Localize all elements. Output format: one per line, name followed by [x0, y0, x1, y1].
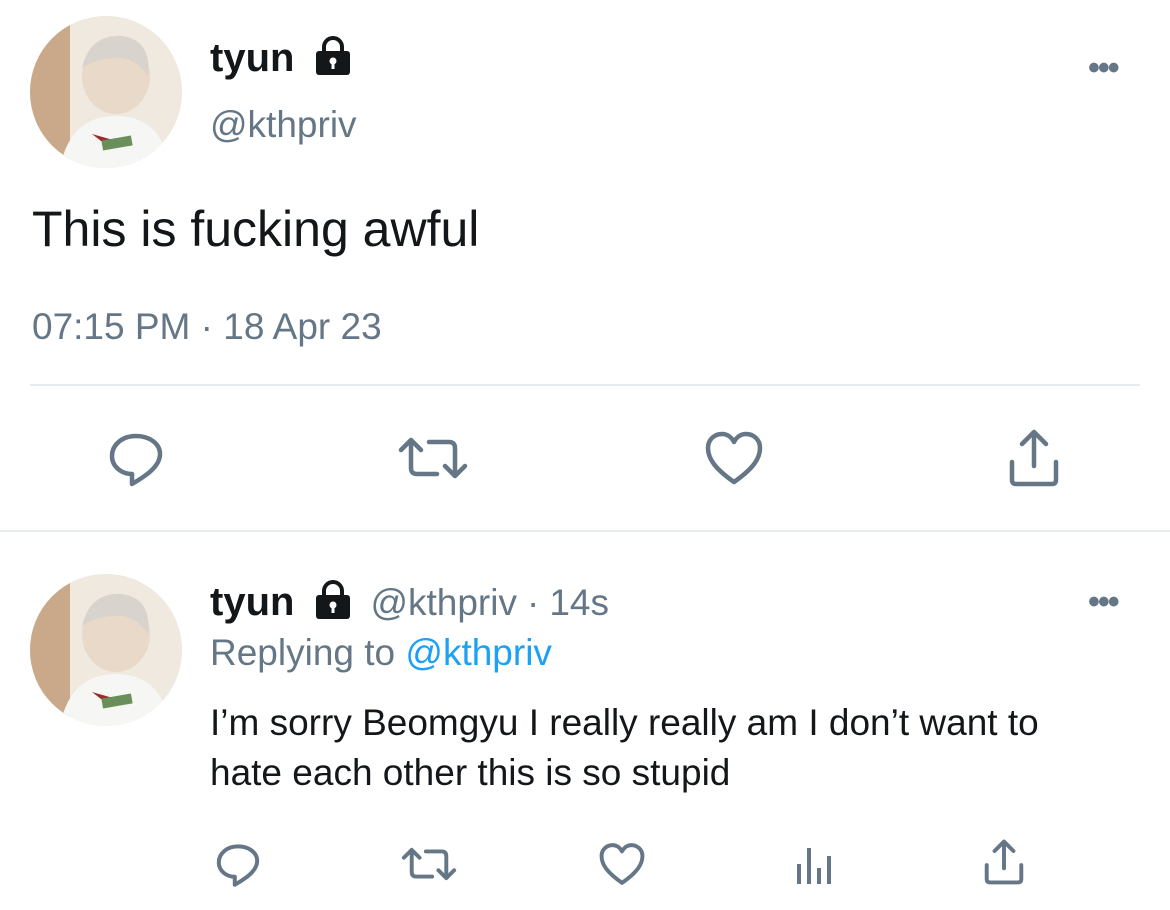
- replying-to-label: Replying to: [210, 632, 396, 673]
- replying-to: Replying to @kthpriv: [210, 632, 552, 674]
- reply-icon[interactable]: [106, 428, 166, 488]
- retweet-icon[interactable]: [400, 842, 458, 886]
- reply-text: I’m sorry Beomgyu I really really am I d…: [210, 702, 1039, 793]
- divider: [30, 384, 1140, 386]
- tweet-timestamp[interactable]: 07:15 PM · 18 Apr 23: [32, 306, 382, 348]
- analytics-icon[interactable]: [794, 840, 834, 886]
- author-handle[interactable]: @kthpriv: [370, 582, 517, 624]
- author-name[interactable]: tyun: [210, 36, 294, 81]
- share-icon[interactable]: [982, 838, 1026, 886]
- separator: ·: [526, 581, 540, 623]
- replying-to-link[interactable]: @kthpriv: [405, 632, 552, 673]
- lock-icon: [314, 36, 352, 81]
- reply-author-row: tyun @kthpriv · 14s: [210, 580, 609, 625]
- author-handle[interactable]: @kthpriv: [210, 104, 357, 146]
- avatar[interactable]: [30, 16, 182, 168]
- more-options-icon[interactable]: •••: [1088, 51, 1120, 85]
- divider: [0, 530, 1170, 532]
- author-row: tyun: [210, 36, 352, 81]
- tweet-age[interactable]: 14s: [549, 582, 609, 624]
- retweet-icon[interactable]: [397, 430, 469, 486]
- like-icon[interactable]: [598, 842, 646, 886]
- share-icon[interactable]: [1006, 428, 1062, 488]
- avatar[interactable]: [30, 574, 182, 726]
- like-icon[interactable]: [704, 430, 764, 486]
- tweet-text: This is fucking awful: [32, 201, 480, 257]
- author-name[interactable]: tyun: [210, 580, 294, 625]
- reply-icon[interactable]: [214, 840, 262, 888]
- more-options-icon[interactable]: •••: [1088, 585, 1120, 619]
- lock-icon: [314, 580, 352, 625]
